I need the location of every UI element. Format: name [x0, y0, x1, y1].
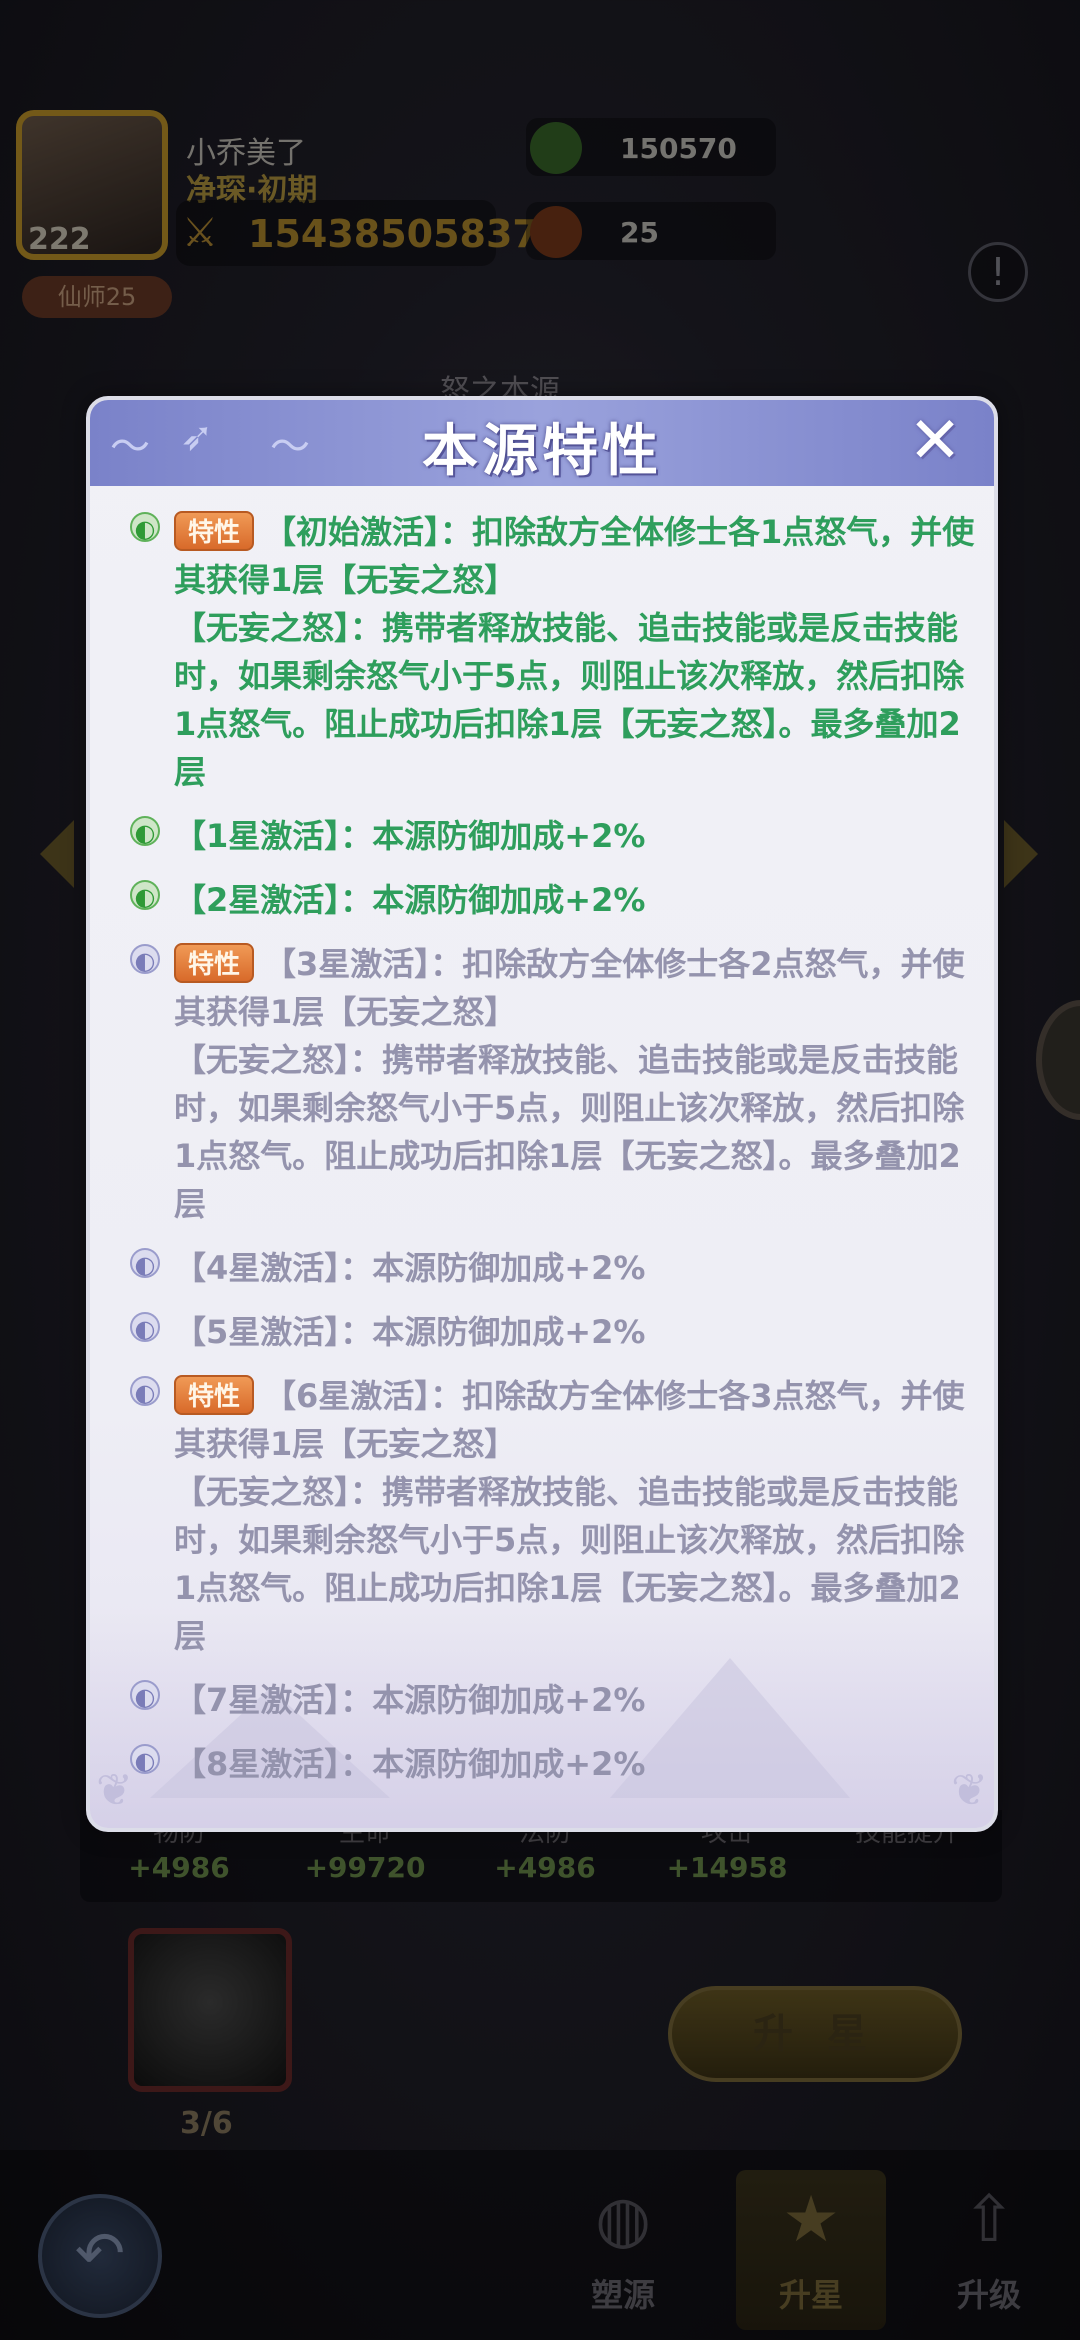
trait-entry: ◐ 特性 【3星激活】：扣除敌方全体修士各2点怒气，并使其获得1层【无妄之怒】 【… [130, 940, 980, 1228]
dialog-title: 本源特性 [422, 419, 662, 484]
activated-orb-icon: ◐ [130, 512, 160, 543]
locked-orb-icon: ◐ [130, 944, 160, 975]
trait-detail: 【无妄之怒】：携带者释放技能、追击技能或是反击技能时，如果剩余怒气小于5点，则阻… [174, 609, 965, 791]
locked-orb-icon: ◐ [130, 1312, 160, 1343]
trait-summary: 【5星激活】：本源防御加成+2% [174, 1313, 646, 1351]
trait-text: 特性 【3星激活】：扣除敌方全体修士各2点怒气，并使其获得1层【无妄之怒】 [174, 940, 980, 1036]
source-traits-dialog: 〜 ➶ 〜 本源特性 ✕ ❦ ❦ ◐ 特性 【初始激活】：扣除敌方全体修士各1点怒… [86, 396, 998, 1832]
trait-summary: 【初始激活】：扣除敌方全体修士各1点怒气，并使其获得1层【无妄之怒】 [174, 513, 975, 599]
activated-orb-icon: ◐ [130, 816, 160, 847]
trait-summary: 【1星激活】：本源防御加成+2% [174, 817, 646, 855]
trait-entry: ◐ 【1星激活】：本源防御加成+2% [130, 812, 980, 860]
trait-summary: 【7星激活】：本源防御加成+2% [174, 1681, 646, 1719]
trait-badge: 特性 [174, 1375, 255, 1415]
trait-list: ◐ 特性 【初始激活】：扣除敌方全体修士各1点怒气，并使其获得1层【无妄之怒】 【… [130, 508, 980, 1804]
trait-entry: ◐ 【5星激活】：本源防御加成+2% [130, 1308, 980, 1356]
trait-summary: 【2星激活】：本源防御加成+2% [174, 881, 646, 919]
trait-entry: ◐ 特性 【初始激活】：扣除敌方全体修士各1点怒气，并使其获得1层【无妄之怒】 【… [130, 508, 980, 796]
trait-text: 特性 【6星激活】：扣除敌方全体修士各3点怒气，并使其获得1层【无妄之怒】 [174, 1372, 980, 1468]
trait-entry: ◐ 特性 【6星激活】：扣除敌方全体修士各3点怒气，并使其获得1层【无妄之怒】 【… [130, 1372, 980, 1660]
locked-orb-icon: ◐ [130, 1680, 160, 1711]
trait-entry: ◐ 【8星激活】：本源防御加成+2% [130, 1740, 980, 1788]
locked-orb-icon: ◐ [130, 1744, 160, 1775]
trait-badge: 特性 [174, 511, 255, 551]
trait-entry: ◐ 【2星激活】：本源防御加成+2% [130, 876, 980, 924]
locked-orb-icon: ◐ [130, 1376, 160, 1407]
scroll-ornament-icon: ❦ [96, 1765, 133, 1816]
trait-entry: ◐ 【7星激活】：本源防御加成+2% [130, 1676, 980, 1724]
close-icon[interactable]: ✕ [900, 406, 970, 476]
trait-entry: ◐ 【4星激活】：本源防御加成+2% [130, 1244, 980, 1292]
trait-detail: 【无妄之怒】：携带者释放技能、追击技能或是反击技能时，如果剩余怒气小于5点，则阻… [174, 1473, 965, 1655]
activated-orb-icon: ◐ [130, 880, 160, 911]
trait-text: 特性 【初始激活】：扣除敌方全体修士各1点怒气，并使其获得1层【无妄之怒】 [174, 508, 980, 604]
trait-summary: 【6星激活】：扣除敌方全体修士各3点怒气，并使其获得1层【无妄之怒】 [174, 1377, 965, 1463]
trait-summary: 【8星激活】：本源防御加成+2% [174, 1745, 646, 1783]
trait-summary: 【4星激活】：本源防御加成+2% [174, 1249, 646, 1287]
trait-detail: 【无妄之怒】：携带者释放技能、追击技能或是反击技能时，如果剩余怒气小于5点，则阻… [174, 1041, 965, 1223]
locked-orb-icon: ◐ [130, 1248, 160, 1279]
trait-summary: 【3星激活】：扣除敌方全体修士各2点怒气，并使其获得1层【无妄之怒】 [174, 945, 965, 1031]
dialog-header: 〜 ➶ 〜 本源特性 ✕ [90, 400, 994, 486]
trait-badge: 特性 [174, 943, 255, 983]
